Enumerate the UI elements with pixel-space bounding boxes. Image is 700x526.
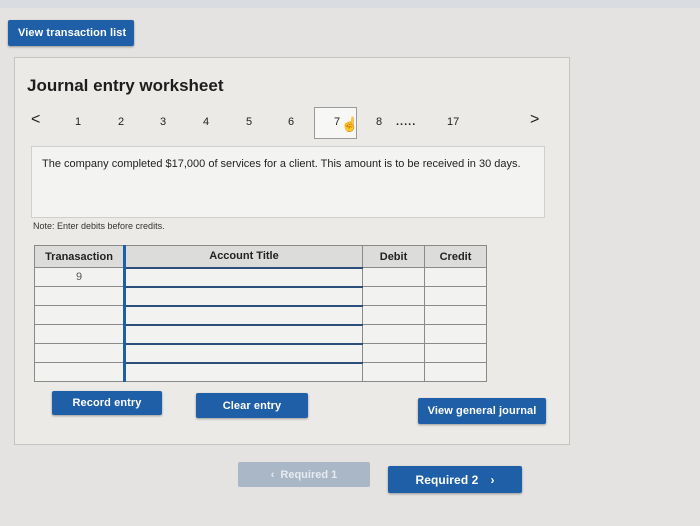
credit-input[interactable] xyxy=(424,286,487,306)
pager-page-6[interactable]: 6 xyxy=(288,116,294,128)
credit-input[interactable] xyxy=(424,343,487,363)
note-text: Note: Enter debits before credits. xyxy=(33,221,165,231)
pager-page-7-active[interactable]: 7 ☝ xyxy=(314,107,359,139)
account-title-input[interactable] xyxy=(123,266,363,287)
transaction-cell xyxy=(34,286,125,306)
view-transaction-list-button[interactable]: View transaction list xyxy=(8,20,134,46)
required-2-label: Required 2 xyxy=(415,472,479,487)
pager-page-5[interactable]: 5 xyxy=(246,116,252,128)
pager-page-2[interactable]: 2 xyxy=(118,116,124,128)
account-title-input[interactable] xyxy=(123,323,363,344)
credit-input[interactable] xyxy=(424,324,487,344)
pager-page-3[interactable]: 3 xyxy=(160,116,166,128)
pager-page-17[interactable]: 17 xyxy=(447,116,459,128)
clear-entry-button[interactable]: Clear entry xyxy=(196,393,308,418)
table-row: 9 xyxy=(34,266,487,287)
table-row xyxy=(34,304,487,325)
journal-table: Tranasaction Account Title Debit Credit … xyxy=(34,245,487,382)
credit-input[interactable] xyxy=(424,267,487,287)
pager-page-1[interactable]: 1 xyxy=(75,116,81,128)
pointer-hand-icon: ☝ xyxy=(341,116,359,132)
table-row xyxy=(34,323,487,344)
credit-input[interactable] xyxy=(424,362,487,382)
debit-input[interactable] xyxy=(362,362,425,382)
account-title-input[interactable] xyxy=(123,304,363,325)
pager-page-7-label: 7 xyxy=(334,116,341,128)
transaction-cell xyxy=(34,362,125,382)
header-transaction: Tranasaction xyxy=(34,245,125,268)
chevron-right-icon: › xyxy=(490,472,495,487)
top-bar xyxy=(0,0,700,8)
debit-input[interactable] xyxy=(362,305,425,325)
debit-input[interactable] xyxy=(362,324,425,344)
pager-page-8[interactable]: 8 xyxy=(376,116,382,128)
header-credit: Credit xyxy=(424,245,487,268)
transaction-number: 9 xyxy=(34,267,125,287)
required-1-button[interactable]: ‹ Required 1 xyxy=(238,462,370,487)
transaction-cell xyxy=(34,305,125,325)
worksheet-title: Journal entry worksheet xyxy=(27,76,224,95)
view-general-journal-button[interactable]: View general journal xyxy=(418,398,546,424)
pager: < 1 2 3 4 5 6 7 ☝ 8 ..... 17 > xyxy=(15,107,571,139)
account-title-input[interactable] xyxy=(123,342,363,363)
pager-next-icon[interactable]: > xyxy=(530,111,539,129)
debit-input[interactable] xyxy=(362,286,425,306)
table-row xyxy=(34,342,487,363)
record-entry-button[interactable]: Record entry xyxy=(52,391,162,415)
journal-entry-worksheet: Journal entry worksheet < 1 2 3 4 5 6 7 … xyxy=(14,57,570,445)
chevron-left-icon: ‹ xyxy=(270,468,275,481)
pager-page-4[interactable]: 4 xyxy=(203,116,209,128)
transaction-description: The company completed $17,000 of service… xyxy=(31,146,545,218)
account-title-input[interactable] xyxy=(123,285,363,306)
required-2-button[interactable]: Required 2 › xyxy=(388,466,522,493)
table-row xyxy=(34,361,487,382)
account-title-input[interactable] xyxy=(123,361,363,382)
pager-prev-icon[interactable]: < xyxy=(31,111,40,129)
transaction-cell xyxy=(34,343,125,363)
header-debit: Debit xyxy=(362,245,425,268)
required-1-label: Required 1 xyxy=(280,468,338,481)
header-account-title: Account Title xyxy=(123,245,363,268)
debit-input[interactable] xyxy=(362,267,425,287)
credit-input[interactable] xyxy=(424,305,487,325)
pager-ellipsis: ..... xyxy=(396,116,417,128)
debit-input[interactable] xyxy=(362,343,425,363)
transaction-cell xyxy=(34,324,125,344)
table-row xyxy=(34,285,487,306)
